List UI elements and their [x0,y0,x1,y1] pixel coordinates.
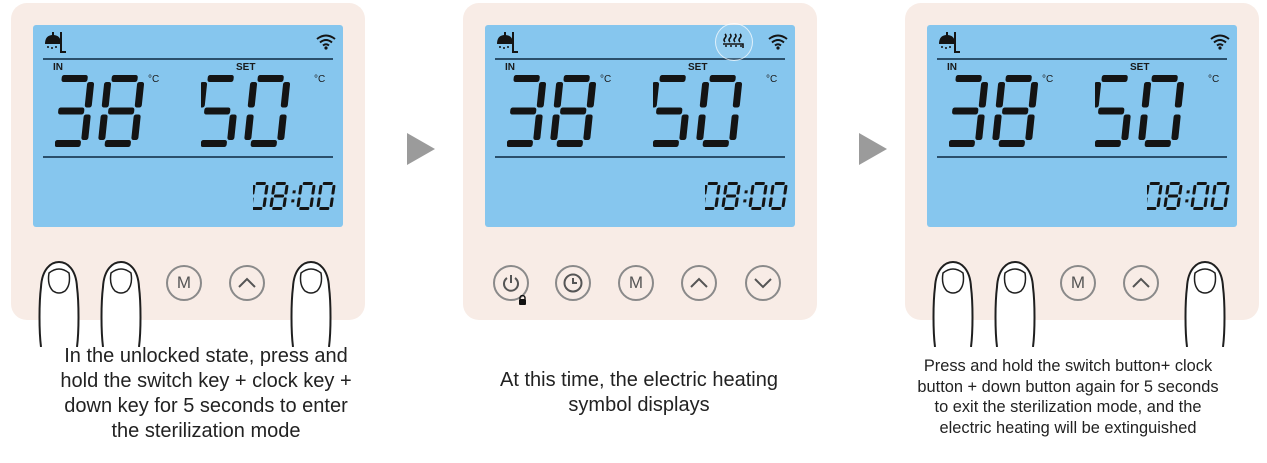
lcd-divider [43,58,333,60]
clock-readout [253,182,336,210]
thermostat-panel: IN SET °C °C M [905,3,1259,348]
up-button[interactable] [681,265,717,301]
mode-icon: M [628,273,644,292]
set-unit: °C [314,74,326,85]
set-temperature-readout [1095,75,1185,147]
finger-icon [289,260,333,352]
clock-readout [705,182,788,210]
in-label: IN [947,62,957,73]
clock-readout [1147,182,1230,210]
set-label: SET [1130,62,1150,73]
caption-line: button + down button again for 5 seconds [917,377,1219,396]
lcd-screen: IN SET °C °C [927,25,1237,227]
clock-icon [562,272,584,294]
down-button[interactable] [745,265,781,301]
lcd-divider [43,156,333,158]
caption-line: In the unlocked state, press and [64,345,348,367]
lcd-divider [937,156,1227,158]
thermostat-panel: IN SET °C °C M [11,3,365,348]
set-temperature-readout [201,75,291,147]
mode-button[interactable]: M [1060,265,1096,301]
up-icon [1131,276,1151,290]
caption-line: down key for 5 seconds to enter [64,395,348,417]
finger-icon [1183,260,1227,352]
lock-icon [518,290,527,310]
set-unit: °C [766,74,778,85]
mode-button[interactable]: M [618,265,654,301]
in-label: IN [505,62,515,73]
set-unit: °C [1208,74,1220,85]
finger-icon [37,260,81,352]
thermostat-panel: IN SET °C °C M [463,3,817,320]
mode-button[interactable]: M [166,265,202,301]
down-icon [753,276,773,290]
set-temperature-readout [653,75,743,147]
finger-icon [99,260,143,352]
step-caption: In the unlocked state, press and hold the… [0,344,412,444]
mode-icon: M [176,273,192,292]
caption-line: electric heating will be extinguished [939,418,1197,437]
in-temperature-readout [507,75,597,147]
lcd-screen: IN SET °C °C [485,23,795,227]
step-caption: At this time, the electric heating symbol… [443,368,835,418]
caption-line: Press and hold the switch button+ clock [923,357,1213,375]
clock-button[interactable] [555,265,591,301]
lcd-divider [937,58,1227,60]
lcd-screen: IN SET °C °C [33,25,343,227]
caption-line: symbol displays [568,394,710,416]
up-button[interactable] [1123,265,1159,301]
power-button[interactable] [493,265,529,305]
caption-line: hold the switch key + clock key + [60,370,352,392]
next-arrow-icon [857,131,889,172]
in-temperature-readout [949,75,1039,147]
mode-icon: M [1070,273,1086,292]
in-temperature-readout [55,75,145,147]
next-arrow-icon [405,131,437,172]
caption-line: to exit the sterilization mode, and the [934,398,1202,416]
caption-line: At this time, the electric heating [500,369,778,391]
up-icon [237,276,257,290]
in-label: IN [53,62,63,73]
finger-icon [993,260,1037,352]
up-icon [689,276,709,290]
caption-line: the sterilization mode [111,420,301,442]
up-button[interactable] [229,265,265,301]
step-caption: Press and hold the switch button+ clock b… [870,356,1266,438]
finger-icon [931,260,975,352]
set-label: SET [688,62,708,73]
set-label: SET [236,62,256,73]
lcd-divider [495,156,785,158]
